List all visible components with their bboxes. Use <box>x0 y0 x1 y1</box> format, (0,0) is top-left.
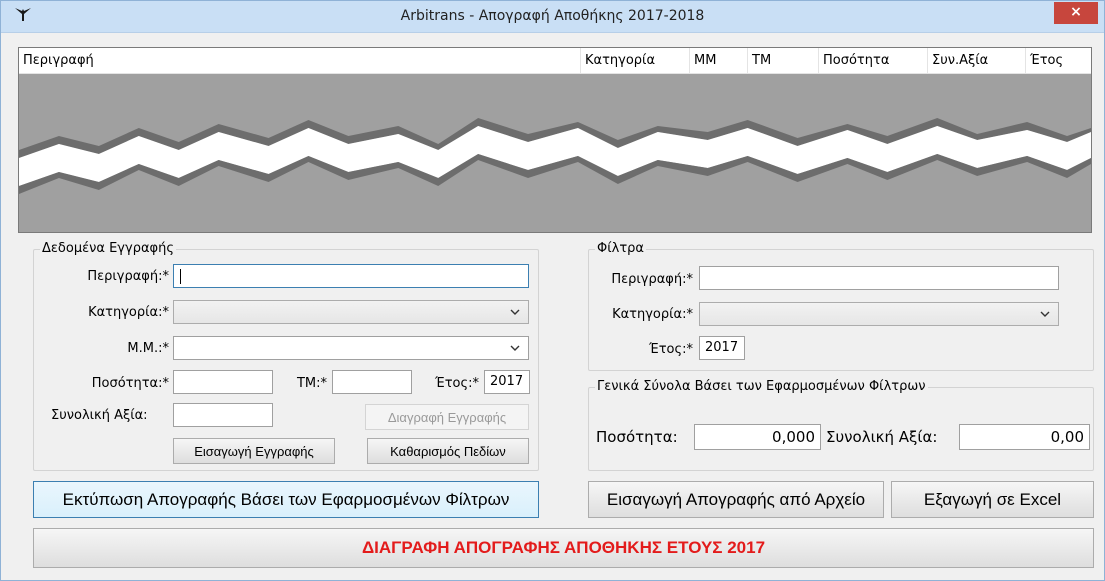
clear-fields-button[interactable]: Καθαρισμός Πεδίων <box>367 438 529 464</box>
totals-total-value: 0,00 <box>959 424 1090 450</box>
inventory-list[interactable]: Περιγραφή Κατηγορία ΜΜ ΤΜ Ποσότητα Συν.Α… <box>18 47 1092 233</box>
record-quantity-input[interactable] <box>173 370 273 394</box>
filters-legend: Φίλτρα <box>595 241 646 256</box>
chevron-down-icon <box>510 345 520 351</box>
title-bar[interactable]: Arbitrans - Απογραφή Αποθήκης 2017-2018 … <box>1 1 1104 33</box>
redaction-tear <box>19 118 1091 194</box>
record-data-legend: Δεδομένα Εγγραφής <box>40 241 176 256</box>
record-quantity-label: Ποσότητα:* <box>91 376 169 391</box>
filter-description-input[interactable] <box>699 266 1059 290</box>
record-tm-label: ΤΜ:* <box>296 376 327 391</box>
record-unit-label: Μ.Μ.:* <box>127 341 169 356</box>
insert-record-button[interactable]: Εισαγωγή Εγγραφής <box>173 438 335 464</box>
delete-inventory-year-button[interactable]: ΔΙΑΓΡΑΦΗ ΑΠΟΓΡΑΦΗΣ ΑΠΟΘΗΚΗΣ ΕΤΟΥΣ 2017 <box>33 528 1094 568</box>
record-tm-input[interactable] <box>332 370 412 394</box>
record-year-input[interactable]: 2017 <box>484 370 530 394</box>
record-year-label: Έτος:* <box>435 376 479 391</box>
filter-year-label: Έτος:* <box>649 342 693 357</box>
filter-category-label: Κατηγορία:* <box>612 307 693 322</box>
totals-quantity-label: Ποσότητα: <box>596 428 678 446</box>
column-header-description[interactable]: Περιγραφή <box>19 48 581 74</box>
column-header-year[interactable]: Έτος <box>1026 48 1091 74</box>
record-unit-select[interactable] <box>173 336 529 360</box>
column-header-tm[interactable]: ΤΜ <box>748 48 819 74</box>
chevron-down-icon <box>1040 311 1050 317</box>
text-caret <box>180 269 181 284</box>
app-window: Arbitrans - Απογραφή Αποθήκης 2017-2018 … <box>0 0 1105 581</box>
column-header-mm[interactable]: ΜΜ <box>690 48 748 74</box>
chevron-down-icon <box>510 309 520 315</box>
column-header-category[interactable]: Κατηγορία <box>581 48 690 74</box>
list-header: Περιγραφή Κατηγορία ΜΜ ΤΜ Ποσότητα Συν.Α… <box>19 48 1091 74</box>
filter-year-input[interactable]: 2017 <box>699 336 745 360</box>
record-category-label: Κατηγορία:* <box>88 305 169 320</box>
window-title: Arbitrans - Απογραφή Αποθήκης 2017-2018 <box>400 8 705 24</box>
import-inventory-button[interactable]: Εισαγωγή Απογραφής από Αρχείο <box>588 481 884 518</box>
totals-total-label: Συνολική Αξία: <box>826 428 938 446</box>
delete-record-button[interactable]: Διαγραφή Εγγραφής <box>365 404 529 430</box>
totals-legend: Γενικά Σύνολα Βάσει των Εφαρμοσμένων Φίλ… <box>595 379 928 394</box>
record-total-label: Συνολική Αξία: <box>51 408 148 423</box>
totals-quantity-value: 0,000 <box>694 424 821 450</box>
column-header-total-value[interactable]: Συν.Αξία <box>928 48 1026 74</box>
filter-description-label: Περιγραφή:* <box>611 272 693 287</box>
filter-category-select[interactable] <box>699 302 1059 326</box>
record-total-input[interactable] <box>173 403 273 427</box>
column-header-quantity[interactable]: Ποσότητα <box>819 48 928 74</box>
record-category-select[interactable] <box>173 300 529 324</box>
record-description-input[interactable] <box>173 264 529 288</box>
export-excel-button[interactable]: Εξαγωγή σε Excel <box>891 481 1094 518</box>
print-inventory-button[interactable]: Εκτύπωση Απογραφής Βάσει των Εφαρμοσμένω… <box>33 481 539 518</box>
close-button[interactable]: × <box>1054 2 1098 24</box>
record-description-label: Περιγραφή:* <box>87 269 169 284</box>
